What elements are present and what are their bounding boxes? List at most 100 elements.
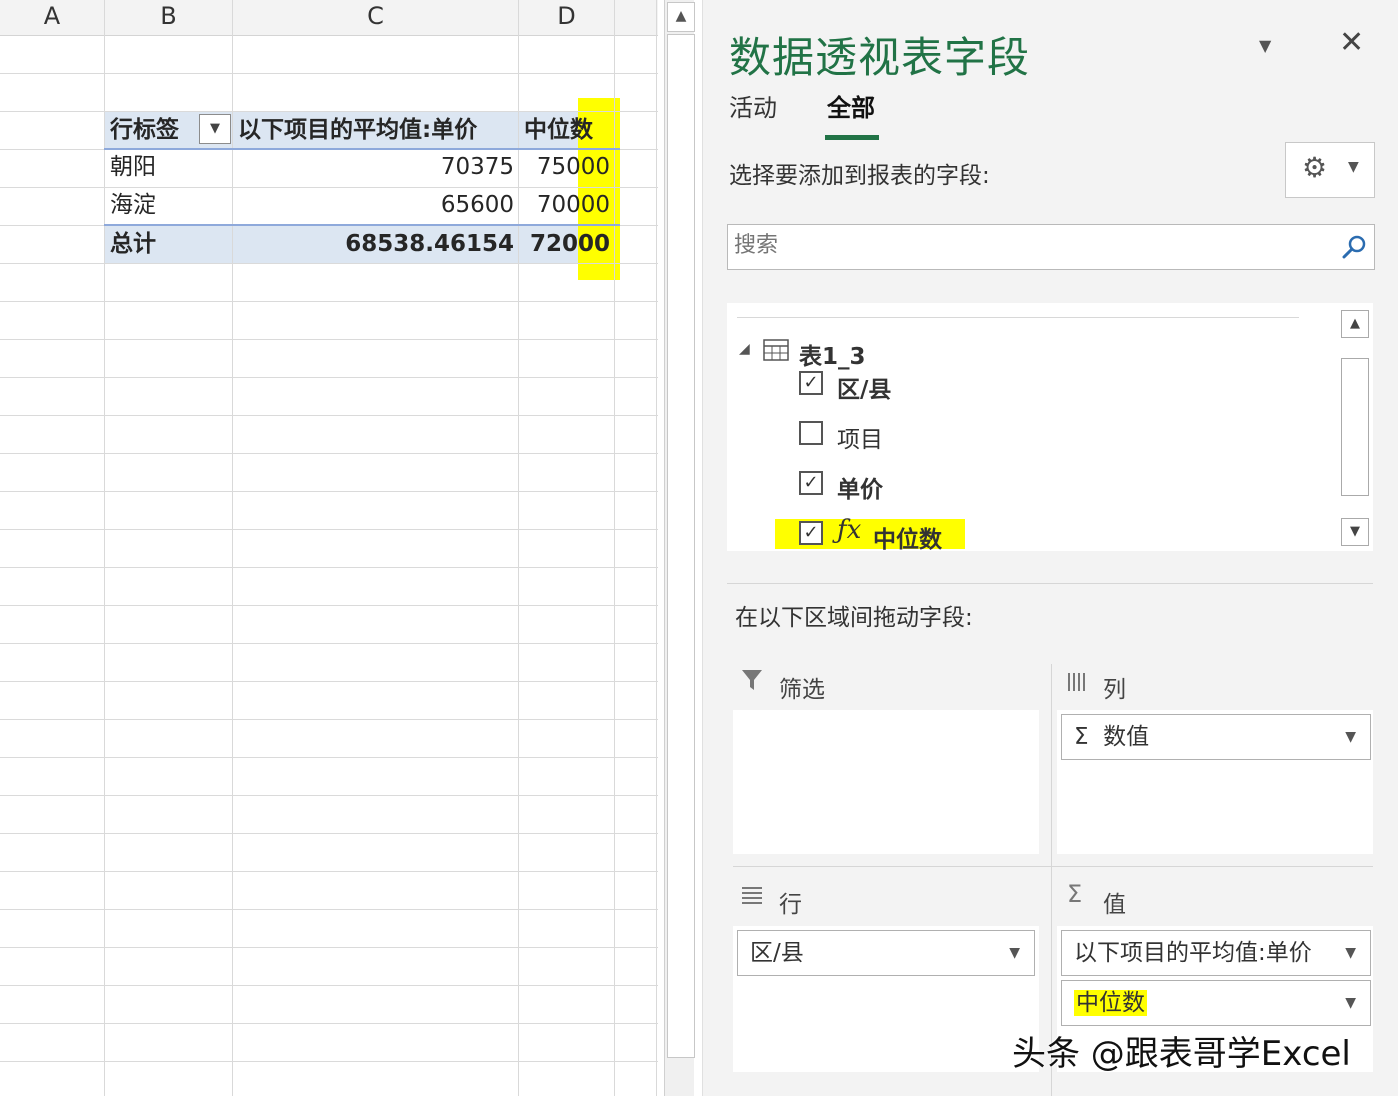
grid-row-line <box>0 415 658 416</box>
grid-column-line <box>656 0 657 1096</box>
filter-drop-zone[interactable] <box>733 710 1039 854</box>
watermark: 头条 @跟表哥学Excel <box>1012 1034 1351 1074</box>
scrollbar-thumb[interactable] <box>667 34 695 1058</box>
search-field[interactable] <box>727 224 1375 270</box>
chevron-down-icon: ▼ <box>210 121 220 136</box>
pane-title: 数据透视表字段 <box>729 33 1031 82</box>
scrollbar-thumb[interactable] <box>1341 358 1369 496</box>
column-header-e[interactable] <box>615 0 658 36</box>
grid-row-line <box>0 377 658 378</box>
filter-icon <box>742 670 762 690</box>
grid-row-line <box>0 263 658 264</box>
scroll-down-button[interactable]: ▼ <box>1341 518 1369 546</box>
list-divider <box>737 317 1299 318</box>
gear-icon: ⚙ <box>1302 151 1328 184</box>
scroll-up-button[interactable]: ▲ <box>1341 310 1369 338</box>
tab-all[interactable]: 全部 <box>827 88 875 123</box>
pivot-row-label[interactable]: 朝阳 <box>110 148 156 186</box>
pivot-total-label[interactable]: 总计 <box>110 225 156 263</box>
table-icon <box>763 339 789 361</box>
grid-row-line <box>0 1023 658 1024</box>
chevron-down-icon[interactable]: ▼ <box>1345 931 1356 975</box>
values-area-title: 值 <box>1103 892 1126 918</box>
grid-row-line <box>0 643 658 644</box>
field-label: 项目 <box>837 427 883 453</box>
tab-active[interactable]: 活动 <box>729 88 777 123</box>
grid-row-line <box>0 681 658 682</box>
field-list[interactable]: ◢ 表1_3 ✓ 区/县 项目 ✓ 单价 ✓ ƒx 中位数 <box>727 303 1373 553</box>
values-field-median[interactable]: 中位数 ▼ <box>1061 980 1371 1026</box>
chevron-down-icon[interactable]: ▼ <box>1345 715 1356 759</box>
search-input[interactable] <box>728 225 1330 265</box>
grid-column-line <box>614 0 615 1096</box>
grid-row-line <box>0 529 658 530</box>
column-header-a[interactable]: A <box>0 0 104 36</box>
grid-row-line <box>0 1061 658 1062</box>
pivot-row-label-header: 行标签 <box>110 117 179 143</box>
pivot-cell-median[interactable]: 75000 <box>519 148 610 186</box>
chevron-down-icon: ▼ <box>1350 524 1360 539</box>
grid-row-line <box>0 491 658 492</box>
field-checkbox-checked[interactable]: ✓ <box>799 471 823 495</box>
chevron-down-icon[interactable]: ▼ <box>1009 931 1020 975</box>
worksheet[interactable]: A B C D 行标签 ▼ 以下项目的平均值:单价 中位数 朝阳 70375 7… <box>0 0 658 1096</box>
sigma-icon: Σ <box>1074 724 1089 750</box>
columns-area-title: 列 <box>1103 677 1126 703</box>
field-pill-label: 数值 <box>1103 724 1150 750</box>
chevron-down-icon: ▼ <box>1259 36 1272 55</box>
field-list-settings-button[interactable]: ⚙ ▼ <box>1285 142 1375 198</box>
grid-row-line <box>0 339 658 340</box>
grid-row-line <box>0 719 658 720</box>
pivot-total-median[interactable]: 72000 <box>519 225 610 263</box>
column-header-b[interactable]: B <box>105 0 232 36</box>
collapse-triangle-icon[interactable]: ◢ <box>739 341 750 357</box>
columns-icon <box>1068 673 1085 691</box>
field-checkbox-checked[interactable]: ✓ <box>799 521 823 545</box>
formula-fx-icon: ƒx <box>837 515 862 545</box>
pivot-cell-avg[interactable]: 70375 <box>233 148 514 186</box>
rows-field-district[interactable]: 区/县 ▼ <box>737 930 1035 976</box>
grid-row-line <box>0 567 658 568</box>
grid-row-line <box>0 833 658 834</box>
filter-dropdown-button[interactable]: ▼ <box>199 114 231 144</box>
section-divider <box>727 583 1373 584</box>
grid-row-line <box>0 757 658 758</box>
filter-area-title: 筛选 <box>779 677 825 703</box>
pivot-row-label[interactable]: 海淀 <box>110 186 156 224</box>
close-pane-button[interactable]: ✕ <box>1339 26 1364 60</box>
table-name: 表1_3 <box>799 344 866 370</box>
column-header-c[interactable]: C <box>233 0 518 36</box>
field-pill-label: 以下项目的平均值:单价 <box>1074 940 1312 966</box>
field-checkbox-checked[interactable]: ✓ <box>799 371 823 395</box>
grid-row-line <box>0 909 658 910</box>
chevron-up-icon: ▲ <box>675 8 687 24</box>
grid-row-line <box>0 871 658 872</box>
choose-fields-label: 选择要添加到报表的字段: <box>729 163 990 189</box>
rows-area-title: 行 <box>779 892 802 918</box>
field-label: 单价 <box>837 477 883 503</box>
grid-row-line <box>0 73 658 74</box>
sigma-icon: Σ <box>1067 880 1083 908</box>
field-list-scrollbar[interactable]: ▲ ▼ <box>1341 306 1371 550</box>
grid-column-line <box>104 0 105 1096</box>
sheet-vertical-scrollbar[interactable]: ▲ <box>664 0 695 1096</box>
field-label: 区/县 <box>837 377 892 403</box>
drag-fields-label: 在以下区域间拖动字段: <box>735 605 973 631</box>
grid-row-line <box>0 453 658 454</box>
field-label: 中位数 <box>873 527 942 553</box>
pane-options-dropdown[interactable]: ▼ <box>1259 36 1271 55</box>
search-icon[interactable] <box>1340 233 1368 261</box>
columns-field-values[interactable]: Σ 数值 ▼ <box>1061 714 1371 760</box>
column-header-d[interactable]: D <box>519 0 614 36</box>
area-horizontal-divider <box>733 866 1373 867</box>
values-field-avg-price[interactable]: 以下项目的平均值:单价 ▼ <box>1061 930 1371 976</box>
pivot-cell-avg[interactable]: 65600 <box>233 186 514 224</box>
pivot-cell-median[interactable]: 70000 <box>519 186 610 224</box>
field-checkbox-unchecked[interactable] <box>799 421 823 445</box>
chevron-down-icon[interactable]: ▼ <box>1345 981 1356 1025</box>
scroll-up-button[interactable]: ▲ <box>667 2 695 32</box>
pivot-field-pane: 数据透视表字段 ▼ ✕ 活动 全部 选择要添加到报表的字段: ⚙ ▼ ◢ 表1_… <box>702 0 1398 1096</box>
grid-row-line <box>0 795 658 796</box>
pivot-total-avg[interactable]: 68538.46154 <box>233 225 514 263</box>
chevron-down-icon: ▼ <box>1348 159 1359 175</box>
